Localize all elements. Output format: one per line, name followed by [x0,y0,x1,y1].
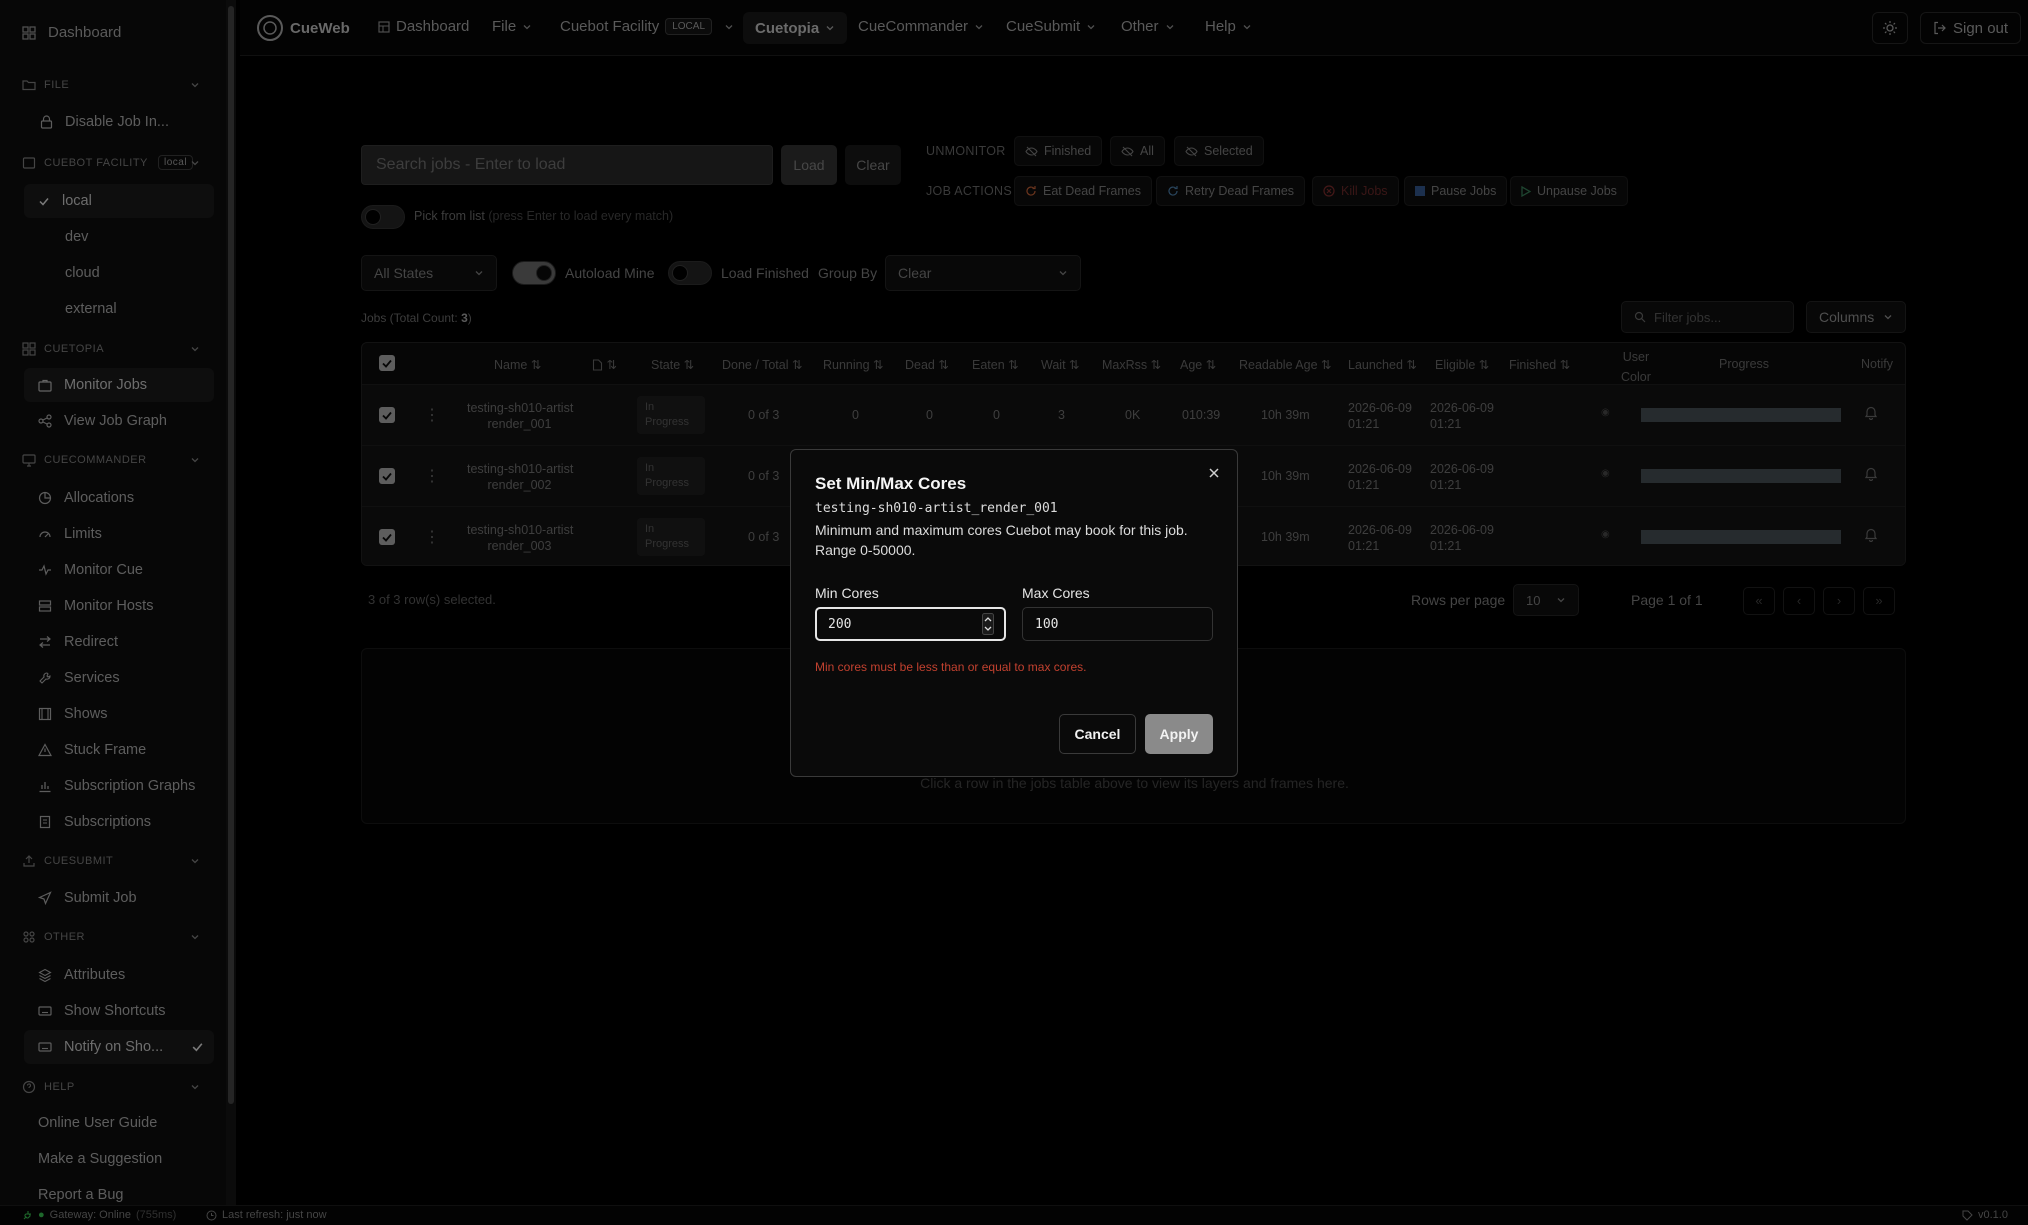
min-cores-input[interactable]: 200 [815,607,1006,641]
set-min-max-cores-dialog: Set Min/Max Cores testing-sh010-artist_r… [790,449,1238,777]
dialog-description: Minimum and maximum cores Cuebot may boo… [815,522,1188,558]
min-cores-label: Min Cores [815,585,879,601]
cancel-button[interactable]: Cancel [1059,714,1136,754]
validation-error: Min cores must be less than or equal to … [815,660,1087,674]
input-value: 100 [1035,617,1059,632]
max-cores-input[interactable]: 100 [1022,607,1213,641]
apply-button[interactable]: Apply [1145,714,1213,754]
close-icon[interactable] [1207,466,1221,480]
job-name: testing-sh010-artist_render_001 [815,501,1058,516]
max-cores-label: Max Cores [1022,585,1090,601]
number-stepper-icon[interactable] [982,613,994,635]
dialog-title: Set Min/Max Cores [815,474,967,493]
input-value: 200 [828,617,852,632]
